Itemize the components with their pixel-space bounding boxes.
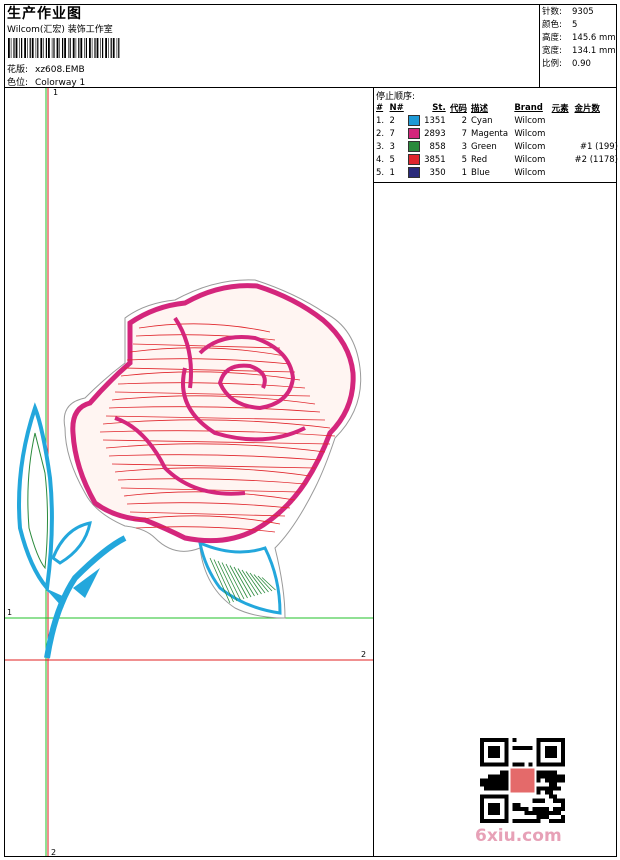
color-description: Cyan	[471, 115, 493, 126]
table-row: 5. 1 350 1 Blue Wilcom	[374, 166, 620, 179]
barcode	[8, 38, 120, 58]
col-stitches: St.	[432, 102, 446, 113]
color-description: Green	[471, 141, 497, 152]
stitch-count: 858	[429, 141, 446, 152]
thread-brand: Wilcom	[514, 128, 546, 139]
sequin-count: #2 (1178)	[574, 154, 619, 165]
color-swatch	[406, 140, 422, 153]
design-file-row: 花版: xz608.EMB	[7, 62, 85, 75]
stitch-count: 2893	[424, 128, 446, 139]
color-swatch-box	[407, 167, 420, 178]
colorway-label: 色位:	[7, 78, 29, 88]
table-row: 1. 2 1351 2 Cyan Wilcom	[374, 114, 620, 127]
element	[550, 153, 573, 166]
stop-table-divider	[373, 182, 617, 183]
col-code: 代码	[449, 103, 467, 114]
color-swatch-box	[407, 115, 420, 126]
stitch-count: 3851	[424, 154, 446, 165]
color-code: 3	[461, 141, 467, 152]
colorway-name: Colorway 1	[35, 78, 86, 88]
color-code: 5	[461, 154, 467, 165]
stats-divider	[539, 4, 540, 88]
stat-width: 宽度: 134.1 mm	[542, 46, 616, 56]
needle-number: 1	[389, 167, 395, 178]
design-file-name: xz608.EMB	[35, 65, 85, 75]
needle-number: 3	[389, 141, 395, 152]
guide-label-h-green: 1	[7, 608, 13, 617]
element	[550, 140, 573, 153]
color-description: Blue	[471, 167, 490, 178]
color-swatch	[406, 127, 422, 140]
color-swatch	[406, 166, 422, 179]
col-needle: N#	[389, 102, 404, 113]
small-leaf	[51, 521, 92, 565]
color-swatch	[406, 153, 422, 166]
watermark-logo: 6xiu.com	[475, 826, 562, 846]
stop-index: 1.	[376, 115, 385, 126]
rose-outer-petals	[70, 283, 356, 544]
thread-brand: Wilcom	[514, 154, 546, 165]
studio-name: Wilcom(汇宏) 装饰工作室	[7, 25, 113, 35]
stat-colors: 颜色: 5	[542, 20, 578, 30]
table-row: 2. 7 2893 7 Magenta Wilcom	[374, 127, 620, 140]
thread-brand: Wilcom	[514, 141, 546, 152]
stat-stitches: 针数: 9305	[542, 7, 594, 17]
col-sequin: 金片数	[574, 103, 600, 114]
color-code: 2	[461, 115, 467, 126]
element	[550, 166, 573, 179]
sequin-count	[572, 114, 620, 127]
thread-brand: Wilcom	[514, 167, 546, 178]
col-description: 描述	[471, 103, 489, 114]
needle-number: 7	[389, 128, 395, 139]
color-swatch	[406, 114, 422, 127]
needle-number: 5	[389, 154, 395, 165]
guide-label-h-red: 2	[361, 650, 367, 659]
color-description: Magenta	[471, 128, 509, 139]
col-swatch	[406, 101, 422, 114]
color-description: Red	[471, 154, 488, 165]
needle-number: 2	[389, 115, 395, 126]
stop-index: 2.	[376, 128, 385, 139]
qr-code	[480, 738, 565, 823]
guide-label-v-bottom: 2	[51, 848, 57, 857]
col-element: 元素	[551, 103, 569, 114]
stop-index: 5.	[376, 167, 385, 178]
sequin-count	[572, 166, 620, 179]
design-canvas	[5, 88, 373, 856]
panel-divider	[373, 87, 374, 857]
color-swatch-box	[407, 141, 420, 152]
table-row: 3. 3 858 3 Green Wilcom #1 (199)	[374, 140, 620, 153]
color-code: 1	[461, 167, 467, 178]
guide-label-v-top: 1	[53, 88, 59, 97]
color-swatch-box	[407, 128, 420, 139]
element	[550, 127, 573, 140]
stitch-count: 1351	[424, 115, 446, 126]
stop-sequence-table: # N# St. 代码 描述 Brand 元素 金片数 1. 2 1351 2 Cyan…	[374, 101, 620, 179]
colorway-row: 色位: Colorway 1	[7, 75, 85, 88]
page-title: 生产作业图	[7, 6, 82, 22]
design-label: 花版:	[7, 65, 29, 75]
color-swatch-box	[407, 154, 420, 165]
design-stats: 针数: 9305 颜色: 5 高度: 145.6 mm 宽度: 134.1 mm 比例:…	[542, 6, 616, 71]
sequin-count	[572, 127, 620, 140]
sequin-count: #1 (199)	[579, 141, 618, 152]
stat-height: 高度: 145.6 mm	[542, 33, 616, 43]
table-row: 4. 5 3851 5 Red Wilcom #2 (1178)	[374, 153, 620, 166]
stop-index: 3.	[376, 141, 385, 152]
color-code: 7	[461, 128, 467, 139]
col-index: #	[376, 102, 384, 113]
col-brand: Brand	[514, 102, 543, 113]
thread-brand: Wilcom	[514, 115, 546, 126]
stop-index: 4.	[376, 154, 385, 165]
element	[550, 114, 573, 127]
stat-scale: 比例: 0.90	[542, 59, 591, 69]
stitch-count: 350	[429, 167, 446, 178]
table-header-row: # N# St. 代码 描述 Brand 元素 金片数	[374, 101, 620, 114]
